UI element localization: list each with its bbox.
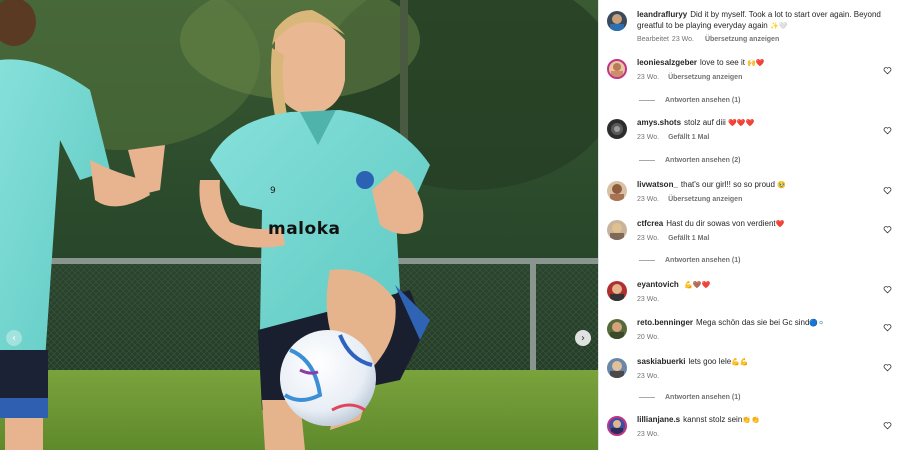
comment-item: ctfcrea Hast du dir sowas von verdient❤️ … [607, 219, 897, 244]
comment-emoji: 🙌❤️ [747, 59, 765, 67]
comment-emoji: 👏👏 [742, 416, 760, 424]
comment-item: eyantovich 💪🤎❤️ 23 Wo. [607, 280, 897, 305]
heart-outline-icon[interactable] [883, 323, 892, 332]
comment-time: 23 Wo. [637, 430, 660, 438]
heart-outline-icon[interactable] [883, 225, 892, 234]
translate-link[interactable]: Übersetzung anzeigen [705, 36, 779, 43]
avatar[interactable] [607, 319, 627, 339]
comment-time: 23 Wo. [637, 295, 660, 303]
comment-text: lets goo lele [688, 357, 732, 366]
comment-text: Hast du dir sowas von verdient [666, 219, 776, 228]
comment-time: 23 Wo. [637, 234, 660, 242]
caption-username[interactable]: leandrafluryy [637, 10, 687, 19]
avatar[interactable] [607, 181, 627, 201]
comment-emoji: 💪🤎❤️ [684, 281, 711, 289]
avatar[interactable] [607, 416, 627, 436]
comment-time: 23 Wo. [637, 372, 660, 380]
edited-label: Bearbeitet [637, 36, 669, 43]
view-replies[interactable]: Antworten ansehen (2) [639, 157, 740, 164]
comment-emoji: 🥹 [777, 181, 786, 189]
shirt-number: 9 [270, 186, 276, 196]
comment-action[interactable]: Gefällt 1 Mal [668, 134, 709, 141]
comment-text: that's our girl!! so so proud [680, 180, 775, 189]
comment-text: stolz auf diii [684, 118, 726, 127]
comment-username[interactable]: livwatson_ [637, 180, 678, 189]
heart-outline-icon[interactable] [883, 186, 892, 195]
avatar[interactable] [607, 281, 627, 301]
view-replies[interactable]: Antworten ansehen (1) [639, 394, 740, 401]
comment-emoji: 💪💪 [731, 358, 749, 366]
comment-action[interactable]: Übersetzung anzeigen [668, 74, 742, 81]
comments-panel: leandrafluryy Did it by myself. Took a lo… [598, 0, 900, 450]
comment-action[interactable]: Gefällt 1 Mal [668, 235, 709, 242]
comment-text: Mega schön das sie bei Gc sind [696, 318, 810, 327]
comment-item: reto.benninger Mega schön das sie bei Gc … [607, 318, 897, 343]
avatar[interactable] [607, 119, 627, 139]
heart-outline-icon[interactable] [883, 421, 892, 430]
comment-username[interactable]: eyantovich [637, 280, 679, 289]
comment-username[interactable]: leoniesalzgeber [637, 58, 697, 67]
comment-username[interactable]: reto.benninger [637, 318, 693, 327]
comment-time: 23 Wo. [637, 73, 660, 81]
caption-emoji: ✨🤍 [770, 21, 788, 30]
heart-outline-icon[interactable] [883, 285, 892, 294]
heart-outline-icon[interactable] [883, 363, 892, 372]
heart-outline-icon[interactable] [883, 126, 892, 135]
comment-text: love to see it [700, 58, 745, 67]
comment-emoji: 🔵⚪ [809, 319, 825, 327]
avatar[interactable] [607, 358, 627, 378]
post-photo[interactable]: 9 maloka ‹ › [0, 0, 598, 450]
comment-item: saskiabuerki lets goo lele💪💪 23 Wo. [607, 357, 897, 382]
comment-item: lillianjane.s kannst stolz sein👏👏 23 Wo. [607, 415, 897, 440]
view-replies[interactable]: Antworten ansehen (1) [639, 257, 740, 264]
comment-text: kannst stolz sein [683, 415, 743, 424]
comment-username[interactable]: lillianjane.s [637, 415, 680, 424]
heart-outline-icon[interactable] [883, 66, 892, 75]
post-image: 9 maloka [0, 0, 598, 450]
comment-item: livwatson_ that's our girl!! so so proud … [607, 180, 897, 205]
comment-username[interactable]: amys.shots [637, 118, 681, 127]
comment-username[interactable]: saskiabuerki [637, 357, 685, 366]
comment-time: 23 Wo. [637, 195, 660, 203]
avatar[interactable] [607, 220, 627, 240]
avatar[interactable] [607, 11, 627, 31]
comment-time: 23 Wo. [637, 133, 660, 141]
comment-username[interactable]: ctfcrea [637, 219, 663, 228]
view-replies[interactable]: Antworten ansehen (1) [639, 97, 740, 104]
post-caption: leandrafluryy Did it by myself. Took a lo… [607, 10, 897, 46]
sponsor-logo: maloka [268, 219, 340, 239]
comment-emoji: ❤️❤️❤️ [728, 119, 755, 127]
comment-item: leoniesalzgeber love to see it 🙌❤️ 23 Wo.… [607, 58, 897, 83]
chevron-right-icon[interactable]: › [575, 330, 591, 346]
caption-time: 23 Wo. [671, 36, 694, 43]
avatar[interactable] [607, 59, 627, 79]
comment-emoji: ❤️ [775, 220, 785, 228]
comment-action[interactable]: Übersetzung anzeigen [668, 196, 742, 203]
comment-time: 20 Wo. [637, 333, 660, 341]
comment-item: amys.shots stolz auf diii ❤️❤️❤️ 23 Wo. Ge… [607, 118, 897, 143]
chevron-left-icon[interactable]: ‹ [6, 330, 22, 346]
